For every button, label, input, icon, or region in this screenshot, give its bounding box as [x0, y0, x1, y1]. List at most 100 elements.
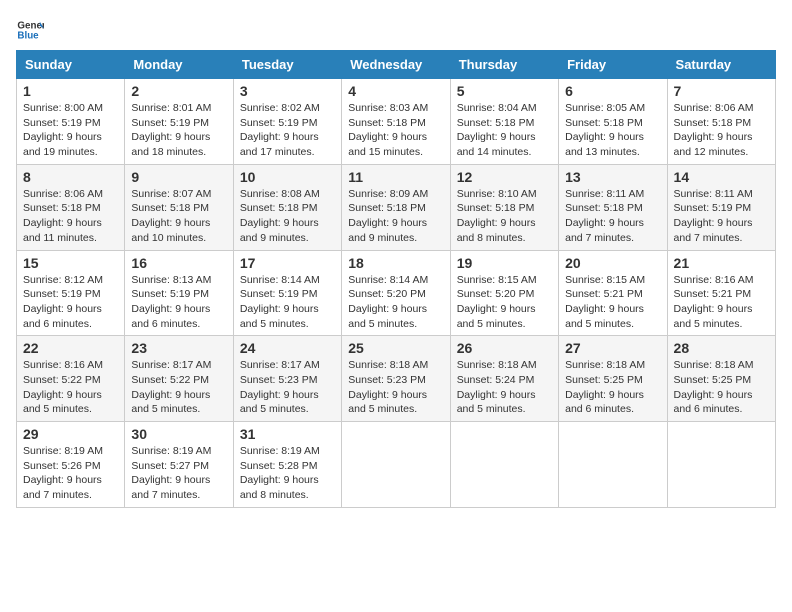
week-row-4: 22 Sunrise: 8:16 AMSunset: 5:22 PMDaylig…	[17, 336, 776, 422]
calendar-cell: 15 Sunrise: 8:12 AMSunset: 5:19 PMDaylig…	[17, 250, 125, 336]
calendar-cell: 14 Sunrise: 8:11 AMSunset: 5:19 PMDaylig…	[667, 164, 775, 250]
day-number: 25	[348, 340, 443, 356]
logo-icon: General Blue	[16, 16, 44, 44]
day-info: Sunrise: 8:18 AMSunset: 5:25 PMDaylight:…	[565, 359, 645, 415]
calendar-cell: 25 Sunrise: 8:18 AMSunset: 5:23 PMDaylig…	[342, 336, 450, 422]
header: General Blue	[16, 16, 776, 44]
calendar-cell: 16 Sunrise: 8:13 AMSunset: 5:19 PMDaylig…	[125, 250, 233, 336]
day-number: 11	[348, 169, 443, 185]
day-number: 23	[131, 340, 226, 356]
day-info: Sunrise: 8:11 AMSunset: 5:19 PMDaylight:…	[674, 188, 753, 244]
week-row-2: 8 Sunrise: 8:06 AMSunset: 5:18 PMDayligh…	[17, 164, 776, 250]
day-info: Sunrise: 8:16 AMSunset: 5:21 PMDaylight:…	[674, 274, 754, 330]
day-info: Sunrise: 8:11 AMSunset: 5:18 PMDaylight:…	[565, 188, 644, 244]
day-info: Sunrise: 8:15 AMSunset: 5:21 PMDaylight:…	[565, 274, 645, 330]
calendar-table: SundayMondayTuesdayWednesdayThursdayFrid…	[16, 50, 776, 508]
day-info: Sunrise: 8:09 AMSunset: 5:18 PMDaylight:…	[348, 188, 428, 244]
calendar-cell: 2 Sunrise: 8:01 AMSunset: 5:19 PMDayligh…	[125, 79, 233, 165]
day-info: Sunrise: 8:18 AMSunset: 5:24 PMDaylight:…	[457, 359, 537, 415]
calendar-cell: 23 Sunrise: 8:17 AMSunset: 5:22 PMDaylig…	[125, 336, 233, 422]
day-info: Sunrise: 8:19 AMSunset: 5:27 PMDaylight:…	[131, 445, 211, 501]
day-info: Sunrise: 8:12 AMSunset: 5:19 PMDaylight:…	[23, 274, 103, 330]
day-number: 4	[348, 83, 443, 99]
day-number: 13	[565, 169, 660, 185]
header-cell-tuesday: Tuesday	[233, 51, 341, 79]
calendar-cell: 7 Sunrise: 8:06 AMSunset: 5:18 PMDayligh…	[667, 79, 775, 165]
day-number: 6	[565, 83, 660, 99]
calendar-cell: 30 Sunrise: 8:19 AMSunset: 5:27 PMDaylig…	[125, 422, 233, 508]
day-number: 27	[565, 340, 660, 356]
day-info: Sunrise: 8:16 AMSunset: 5:22 PMDaylight:…	[23, 359, 103, 415]
calendar-cell: 8 Sunrise: 8:06 AMSunset: 5:18 PMDayligh…	[17, 164, 125, 250]
header-cell-friday: Friday	[559, 51, 667, 79]
week-row-3: 15 Sunrise: 8:12 AMSunset: 5:19 PMDaylig…	[17, 250, 776, 336]
day-number: 17	[240, 255, 335, 271]
day-info: Sunrise: 8:17 AMSunset: 5:22 PMDaylight:…	[131, 359, 211, 415]
svg-text:Blue: Blue	[17, 30, 39, 41]
logo: General Blue	[16, 16, 48, 44]
day-number: 1	[23, 83, 118, 99]
calendar-cell: 22 Sunrise: 8:16 AMSunset: 5:22 PMDaylig…	[17, 336, 125, 422]
day-info: Sunrise: 8:02 AMSunset: 5:19 PMDaylight:…	[240, 102, 320, 158]
header-cell-saturday: Saturday	[667, 51, 775, 79]
calendar-cell	[559, 422, 667, 508]
calendar-cell	[342, 422, 450, 508]
day-number: 19	[457, 255, 552, 271]
day-number: 30	[131, 426, 226, 442]
calendar-header-row: SundayMondayTuesdayWednesdayThursdayFrid…	[17, 51, 776, 79]
week-row-5: 29 Sunrise: 8:19 AMSunset: 5:26 PMDaylig…	[17, 422, 776, 508]
day-number: 12	[457, 169, 552, 185]
calendar-cell: 26 Sunrise: 8:18 AMSunset: 5:24 PMDaylig…	[450, 336, 558, 422]
day-number: 21	[674, 255, 769, 271]
header-cell-sunday: Sunday	[17, 51, 125, 79]
day-number: 28	[674, 340, 769, 356]
header-cell-thursday: Thursday	[450, 51, 558, 79]
calendar-cell: 3 Sunrise: 8:02 AMSunset: 5:19 PMDayligh…	[233, 79, 341, 165]
day-number: 31	[240, 426, 335, 442]
calendar-cell: 12 Sunrise: 8:10 AMSunset: 5:18 PMDaylig…	[450, 164, 558, 250]
calendar-cell: 17 Sunrise: 8:14 AMSunset: 5:19 PMDaylig…	[233, 250, 341, 336]
day-info: Sunrise: 8:14 AMSunset: 5:19 PMDaylight:…	[240, 274, 320, 330]
day-number: 18	[348, 255, 443, 271]
day-number: 20	[565, 255, 660, 271]
day-number: 26	[457, 340, 552, 356]
header-cell-wednesday: Wednesday	[342, 51, 450, 79]
day-info: Sunrise: 8:06 AMSunset: 5:18 PMDaylight:…	[23, 188, 103, 244]
day-number: 2	[131, 83, 226, 99]
calendar-cell: 21 Sunrise: 8:16 AMSunset: 5:21 PMDaylig…	[667, 250, 775, 336]
calendar-cell: 28 Sunrise: 8:18 AMSunset: 5:25 PMDaylig…	[667, 336, 775, 422]
day-info: Sunrise: 8:14 AMSunset: 5:20 PMDaylight:…	[348, 274, 428, 330]
day-info: Sunrise: 8:18 AMSunset: 5:25 PMDaylight:…	[674, 359, 754, 415]
calendar-cell: 11 Sunrise: 8:09 AMSunset: 5:18 PMDaylig…	[342, 164, 450, 250]
calendar-cell: 24 Sunrise: 8:17 AMSunset: 5:23 PMDaylig…	[233, 336, 341, 422]
calendar-cell: 18 Sunrise: 8:14 AMSunset: 5:20 PMDaylig…	[342, 250, 450, 336]
week-row-1: 1 Sunrise: 8:00 AMSunset: 5:19 PMDayligh…	[17, 79, 776, 165]
day-number: 24	[240, 340, 335, 356]
day-info: Sunrise: 8:06 AMSunset: 5:18 PMDaylight:…	[674, 102, 754, 158]
day-info: Sunrise: 8:04 AMSunset: 5:18 PMDaylight:…	[457, 102, 537, 158]
day-info: Sunrise: 8:08 AMSunset: 5:18 PMDaylight:…	[240, 188, 320, 244]
calendar-cell: 27 Sunrise: 8:18 AMSunset: 5:25 PMDaylig…	[559, 336, 667, 422]
day-number: 15	[23, 255, 118, 271]
day-number: 7	[674, 83, 769, 99]
day-number: 9	[131, 169, 226, 185]
day-number: 16	[131, 255, 226, 271]
calendar-cell: 19 Sunrise: 8:15 AMSunset: 5:20 PMDaylig…	[450, 250, 558, 336]
day-number: 8	[23, 169, 118, 185]
calendar-cell: 10 Sunrise: 8:08 AMSunset: 5:18 PMDaylig…	[233, 164, 341, 250]
day-info: Sunrise: 8:00 AMSunset: 5:19 PMDaylight:…	[23, 102, 103, 158]
calendar-cell	[667, 422, 775, 508]
day-info: Sunrise: 8:19 AMSunset: 5:28 PMDaylight:…	[240, 445, 320, 501]
day-number: 22	[23, 340, 118, 356]
calendar-cell: 31 Sunrise: 8:19 AMSunset: 5:28 PMDaylig…	[233, 422, 341, 508]
calendar-cell	[450, 422, 558, 508]
day-number: 14	[674, 169, 769, 185]
calendar-cell: 29 Sunrise: 8:19 AMSunset: 5:26 PMDaylig…	[17, 422, 125, 508]
day-info: Sunrise: 8:07 AMSunset: 5:18 PMDaylight:…	[131, 188, 211, 244]
day-number: 3	[240, 83, 335, 99]
day-info: Sunrise: 8:13 AMSunset: 5:19 PMDaylight:…	[131, 274, 211, 330]
day-info: Sunrise: 8:05 AMSunset: 5:18 PMDaylight:…	[565, 102, 645, 158]
day-number: 29	[23, 426, 118, 442]
day-number: 5	[457, 83, 552, 99]
calendar-cell: 9 Sunrise: 8:07 AMSunset: 5:18 PMDayligh…	[125, 164, 233, 250]
